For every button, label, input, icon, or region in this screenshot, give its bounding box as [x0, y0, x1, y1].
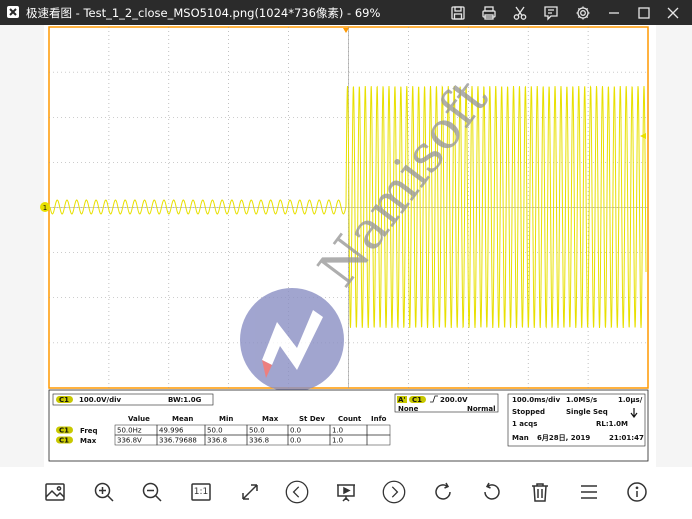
actual-size-label: 1:1 [193, 487, 209, 497]
measurement-header: Value [128, 415, 150, 423]
trigger-coupling: None [398, 405, 419, 413]
trigger-man: Man [512, 434, 529, 442]
previous-icon[interactable] [285, 480, 309, 504]
measurement-value: 1.0 [332, 437, 343, 445]
measurement-header: Min [219, 415, 233, 423]
measurement-header: Count [338, 415, 362, 423]
measurement-header: Mean [172, 415, 193, 423]
acq-time: 21:01:47 [609, 434, 644, 442]
ch1-scale: 100.0V/div [79, 396, 122, 404]
next-icon[interactable] [382, 480, 406, 504]
actual-size-button[interactable]: 1:1 [189, 480, 213, 504]
image-icon[interactable] [43, 480, 67, 504]
bottom-toolbar: 1:1 [0, 467, 692, 519]
watermark-logo-circle [240, 288, 344, 392]
measurement-name: Freq [80, 427, 98, 435]
sample-period: 1.0μs/ [618, 396, 643, 404]
slideshow-icon[interactable] [334, 480, 358, 504]
acq-date: 6月28日, 2019 [537, 434, 590, 442]
measurement-value: 50.0 [249, 427, 265, 435]
zoom-in-icon[interactable] [92, 480, 116, 504]
measurement-value: 336.8 [207, 437, 227, 445]
measurement-header: St Dev [299, 415, 325, 423]
acq-mode: Single Seq [566, 408, 608, 416]
acq-count: 1 acqs [512, 420, 537, 428]
measurement-value: 336.8V [117, 437, 142, 445]
fit-screen-icon[interactable] [238, 480, 262, 504]
measurement-value: 50.0 [207, 427, 223, 435]
oscilloscope-screenshot: 1 Namisoft C1 100.0V/div BW:1.0G A' C1 2… [40, 26, 649, 462]
measurement-channel: C1 [59, 427, 69, 435]
trigger-source: A' [398, 396, 406, 404]
trigger-mode: Normal [467, 405, 496, 413]
menu-icon[interactable] [577, 480, 601, 504]
measurement-value: 0.0 [290, 437, 301, 445]
measurement-header: Max [262, 415, 279, 423]
measurement-value: 49.996 [159, 427, 184, 435]
bandwidth: BW:1.0G [168, 396, 202, 404]
measurement-value: 1.0 [332, 427, 343, 435]
record-length: RL:1.0M [596, 420, 628, 428]
delete-icon[interactable] [528, 480, 552, 504]
trigger-level: 200.0V [440, 396, 468, 404]
zoom-out-icon[interactable] [140, 480, 164, 504]
rotate-left-icon[interactable] [480, 480, 504, 504]
trigger-ch-label: C1 [412, 396, 422, 404]
sample-rate: 1.0MS/s [566, 396, 597, 404]
channel-1-marker-label: 1 [43, 204, 47, 212]
ch1-badge-label: C1 [59, 396, 69, 404]
measurement-value: 336.79688 [159, 437, 197, 445]
measurement-value: 0.0 [290, 427, 301, 435]
rotate-right-icon[interactable] [431, 480, 455, 504]
measurement-value: 336.8 [249, 437, 269, 445]
measurement-header: Info [371, 415, 387, 423]
measurement-value: 50.0Hz [117, 427, 142, 435]
acq-state: Stopped [512, 408, 545, 416]
timebase: 100.0ms/div [512, 396, 561, 404]
measurement-name: Max [80, 437, 97, 445]
measurement-channel: C1 [59, 437, 69, 445]
info-icon[interactable] [625, 480, 649, 504]
